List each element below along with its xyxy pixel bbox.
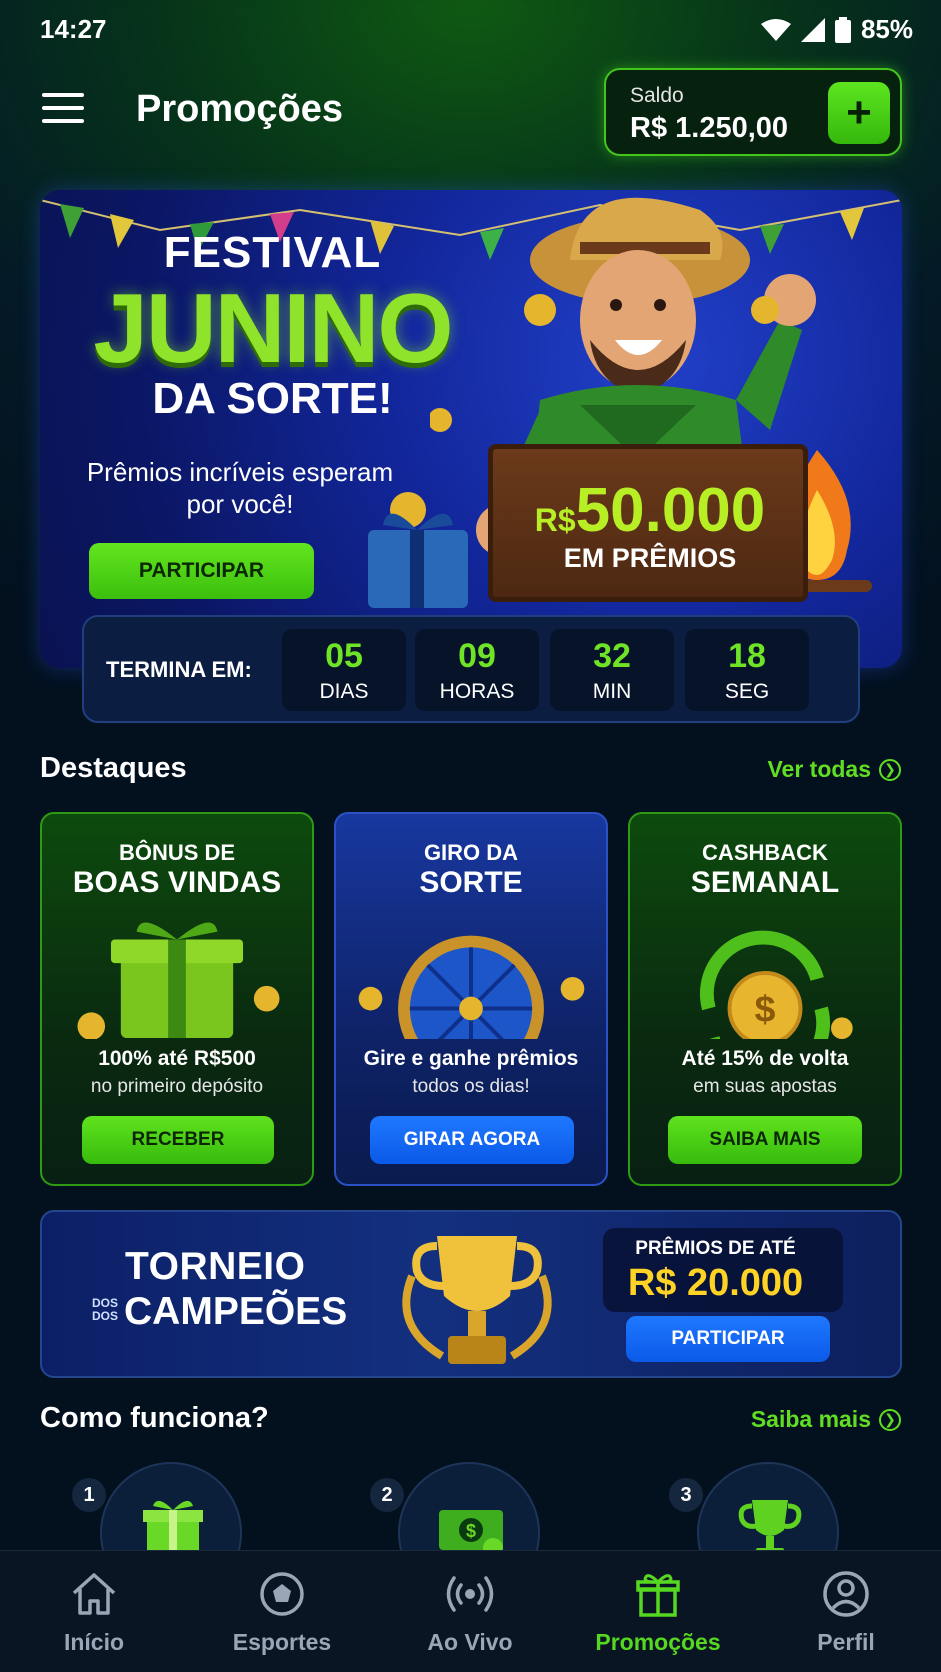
countdown-value: 05 <box>325 637 363 675</box>
nav-profile[interactable]: Perfil <box>752 1551 940 1672</box>
tournament-title-line1: TORNEIO <box>125 1245 306 1288</box>
hero-title-line2: JUNINO <box>93 273 453 383</box>
countdown-unit: DIAS <box>319 680 369 703</box>
live-icon <box>446 1576 494 1612</box>
countdown-unit: MIN <box>592 680 632 703</box>
countdown-seconds: 18 SEG <box>685 629 809 711</box>
card-title-line1: BÔNUS DE <box>118 840 236 865</box>
step-number: 1 <box>72 1478 106 1512</box>
battery-icon <box>834 16 851 43</box>
countdown-value: 09 <box>458 637 496 675</box>
hero-prize-currency: R$ <box>534 502 576 538</box>
countdown-unit: HORAS <box>439 680 515 703</box>
card-line2: em suas apostas <box>693 1076 837 1097</box>
signal-icon <box>800 17 825 42</box>
promo-card-welcome-bonus[interactable]: BÔNUS DE BOAS VINDAS 100% até R$500 no p… <box>40 812 314 1186</box>
card-line1: Até 15% de volta <box>681 1047 849 1070</box>
gift-icon <box>636 1574 680 1617</box>
card-title-line2: SORTE <box>419 866 523 899</box>
cashback-coin-icon: $ <box>700 930 853 1039</box>
svg-text:$: $ <box>755 987 776 1029</box>
gift-icon <box>77 922 280 1039</box>
countdown-minutes: 32 MIN <box>550 629 674 711</box>
add-funds-button[interactable]: + <box>828 82 890 144</box>
card-title-line2: BOAS VINDAS <box>72 866 282 899</box>
tournament-title-line2: CAMPEÕES <box>124 1290 348 1333</box>
card-line2: no primeiro depósito <box>90 1076 264 1097</box>
see-all-label: Ver todas <box>767 756 871 782</box>
card-line1: 100% até R$500 <box>98 1047 256 1070</box>
status-time: 14:27 <box>40 14 107 44</box>
card-title-line1: CASHBACK <box>702 840 828 865</box>
hero-title-line1: FESTIVAL <box>163 228 382 277</box>
countdown-label: TERMINA EM: <box>106 657 252 682</box>
hero-title-line3: DA SORTE! <box>152 374 393 423</box>
step-number: 2 <box>370 1478 404 1512</box>
learn-more-link[interactable]: Saiba mais ❯ <box>751 1406 901 1433</box>
tournament-participate-button[interactable]: PARTICIPAR <box>626 1316 830 1362</box>
nav-home[interactable]: Início <box>0 1551 188 1672</box>
nav-label: Perfil <box>817 1629 875 1655</box>
card-line1: Gire e ganhe prêmios <box>363 1047 579 1070</box>
wifi-icon <box>760 18 791 41</box>
home-icon <box>72 1573 116 1615</box>
hero-prize-value: 50.000 <box>575 476 766 545</box>
ball-icon <box>260 1572 304 1616</box>
balance-label: Saldo <box>630 84 684 107</box>
tournament-prize-label: PRÊMIOS DE ATÉ <box>635 1238 796 1259</box>
card-line2: todos os dias! <box>412 1076 530 1097</box>
trophy-icon <box>402 1236 552 1364</box>
promo-card-lucky-spin[interactable]: GIRO DA SORTE Gire e ganhe prêmios todos… <box>334 812 608 1186</box>
countdown-days: 05 DIAS <box>282 629 406 711</box>
bottom-navigation: Início Esportes Ao Vivo Promoções Perfil <box>0 1550 941 1672</box>
hero-prize-caption: EM PRÊMIOS <box>563 543 737 573</box>
nav-live[interactable]: Ao Vivo <box>376 1551 564 1672</box>
nav-label: Promoções <box>595 1629 721 1655</box>
balance-widget: Saldo R$ 1.250,00 + <box>604 68 902 156</box>
step-number: 3 <box>669 1478 703 1512</box>
hero-prize-amount: R$50.000 <box>520 475 780 546</box>
countdown-unit: SEG <box>724 680 770 703</box>
learn-more-button[interactable]: SAIBA MAIS <box>668 1116 862 1164</box>
prize-wheel-icon <box>358 935 585 1039</box>
nav-label: Início <box>63 1629 125 1655</box>
battery-percent: 85% <box>860 14 913 44</box>
nav-label: Ao Vivo <box>427 1629 513 1655</box>
receive-button[interactable]: RECEBER <box>82 1116 274 1164</box>
highlights-title: Destaques <box>40 752 187 784</box>
chevron-right-icon: ❯ <box>879 758 901 781</box>
page-title: Promoções <box>136 88 343 130</box>
tournament-prize-value: R$ 20.000 <box>627 1262 804 1304</box>
profile-icon <box>823 1571 869 1617</box>
status-icons: 85% <box>760 14 913 45</box>
hero-participate-button[interactable]: PARTICIPAR <box>89 543 314 599</box>
tournament-small-text: DOS DOS <box>92 1297 118 1323</box>
nav-sports[interactable]: Esportes <box>188 1551 376 1672</box>
chevron-right-icon: ❯ <box>879 1408 901 1431</box>
countdown-value: 18 <box>728 637 766 675</box>
svg-text:$: $ <box>466 1521 476 1541</box>
how-it-works-title: Como funciona? <box>40 1402 269 1434</box>
card-title-line1: GIRO DA <box>423 840 519 865</box>
balance-value: R$ 1.250,00 <box>630 112 789 144</box>
countdown-value: 32 <box>593 637 631 675</box>
promo-card-weekly-cashback[interactable]: CASHBACK SEMANAL $ Até 15% de volta em s… <box>628 812 902 1186</box>
spin-now-button[interactable]: GIRAR AGORA <box>370 1116 574 1164</box>
card-title-line2: SEMANAL <box>690 866 840 899</box>
countdown-hours: 09 HORAS <box>415 629 539 711</box>
menu-icon[interactable] <box>42 93 84 125</box>
nav-label: Esportes <box>232 1629 332 1655</box>
learn-more-label: Saiba mais <box>750 1406 871 1432</box>
countdown-timer: TERMINA EM: 05 DIAS 09 HORAS 32 MIN 18 S… <box>82 615 860 723</box>
tournament-small-line2: DOS <box>92 1309 119 1323</box>
see-all-link[interactable]: Ver todas ❯ <box>767 756 901 783</box>
nav-promotions[interactable]: Promoções <box>564 1551 752 1672</box>
hero-subtitle: Prêmios incríveis esperam por você! <box>86 457 394 519</box>
